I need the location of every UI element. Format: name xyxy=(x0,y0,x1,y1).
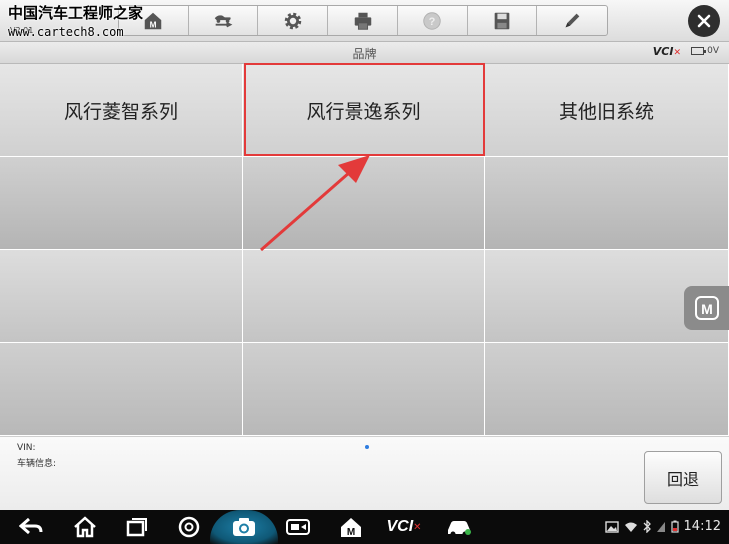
system-status-area: 14:12 xyxy=(604,519,721,534)
recent-apps-icon xyxy=(126,518,147,537)
nav-vci-button[interactable]: VCI ✕ xyxy=(384,515,424,539)
nav-chrome-button[interactable] xyxy=(176,515,202,539)
vehicle-info-panel: VIN: 车辆信息: 回退 xyxy=(0,436,729,510)
print-button[interactable] xyxy=(328,6,398,35)
svg-text:M: M xyxy=(701,301,713,317)
vci-status: VCI✕ xyxy=(653,45,681,58)
brand-item-label: 风行景逸系列 xyxy=(306,100,421,123)
battery-charging-icon xyxy=(670,520,679,533)
nav-vehicle-button[interactable] xyxy=(444,515,474,539)
svg-text:M: M xyxy=(347,527,355,538)
edit-button[interactable] xyxy=(537,6,607,35)
home-button[interactable]: M xyxy=(119,6,189,35)
brand-grid: 风行菱智系列 风行景逸系列 其他旧系统 xyxy=(0,64,729,436)
nav-back-button[interactable] xyxy=(18,515,44,539)
brand-item-label: 风行菱智系列 xyxy=(63,100,178,123)
brand-item-other-legacy[interactable]: 其他旧系统 xyxy=(485,64,729,157)
nav-camera-button[interactable] xyxy=(230,515,258,539)
vci-label: VCI xyxy=(652,45,674,58)
wifi-icon xyxy=(624,522,637,532)
page-title: 品牌 xyxy=(352,47,377,61)
vehicle-swap-button[interactable] xyxy=(189,6,259,35)
vci-nav-label: VCI xyxy=(386,518,414,535)
save-icon xyxy=(494,12,510,29)
m-house-icon: M xyxy=(341,518,361,538)
vci-disconnected-icon: ✕ xyxy=(673,48,681,58)
version-label: V2.01 xyxy=(10,26,34,35)
vci-nav-disconnected-icon: ✕ xyxy=(413,521,422,533)
empty-cell xyxy=(485,343,729,436)
empty-cell xyxy=(243,343,485,436)
signal-icon xyxy=(656,521,665,532)
back-button[interactable]: 回退 xyxy=(644,451,722,504)
empty-cell xyxy=(0,157,243,250)
brand-item-label: 其他旧系统 xyxy=(558,100,654,123)
help-icon: ? xyxy=(423,11,441,30)
battery-status: 0V xyxy=(691,46,719,56)
empty-cell xyxy=(0,250,243,343)
close-icon xyxy=(697,14,711,28)
nav-m-app-button[interactable]: M xyxy=(338,515,364,539)
svg-text:?: ? xyxy=(429,16,436,28)
nav-home-button[interactable] xyxy=(72,515,98,539)
battery-voltage: 0V xyxy=(707,46,719,56)
clock: 14:12 xyxy=(683,519,721,534)
nav-screen-record-button[interactable] xyxy=(284,515,312,539)
empty-cell xyxy=(243,157,485,250)
help-button[interactable]: ? xyxy=(398,6,468,35)
camera-icon xyxy=(233,518,255,536)
home-icon xyxy=(74,516,96,538)
nav-recents-button[interactable] xyxy=(124,515,150,539)
empty-cell xyxy=(485,157,729,250)
svg-text:M: M xyxy=(150,20,157,29)
pen-icon xyxy=(565,13,580,27)
toolbar-button-group: M ? xyxy=(118,5,608,36)
brand-item-jingyi[interactable]: 风行景逸系列 xyxy=(243,64,485,157)
vehicle-info-label: 车辆信息: xyxy=(17,459,57,469)
back-arrow-icon xyxy=(19,517,43,535)
page-indicator-dot xyxy=(365,445,369,449)
android-nav-bar: M VCI ✕ 14:12 xyxy=(0,510,729,544)
printer-icon xyxy=(354,12,371,30)
bluetooth-icon xyxy=(643,520,651,533)
close-button[interactable] xyxy=(688,5,720,37)
title-bar: 品牌 VCI✕ 0V xyxy=(0,42,729,64)
save-button[interactable] xyxy=(468,6,538,35)
m-logo-icon: M xyxy=(694,296,719,320)
floating-menu-handle[interactable]: M xyxy=(684,286,729,330)
gear-icon xyxy=(284,12,302,29)
empty-cell xyxy=(243,250,485,343)
home-m-icon: M xyxy=(145,12,162,29)
empty-cell xyxy=(0,343,243,436)
battery-icon xyxy=(691,47,707,55)
chrome-icon xyxy=(178,516,200,538)
settings-button[interactable] xyxy=(258,6,329,35)
vehicle-swap-icon xyxy=(214,14,233,27)
brand-item-lingzhi[interactable]: 风行菱智系列 xyxy=(0,64,243,157)
top-toolbar: 中国汽车工程师之家 www.cartech8.com V2.01 M ? xyxy=(0,0,729,42)
gallery-notification-icon xyxy=(604,520,619,533)
vin-label: VIN: xyxy=(17,443,36,453)
car-icon xyxy=(448,521,471,537)
screen-record-icon xyxy=(286,519,310,535)
